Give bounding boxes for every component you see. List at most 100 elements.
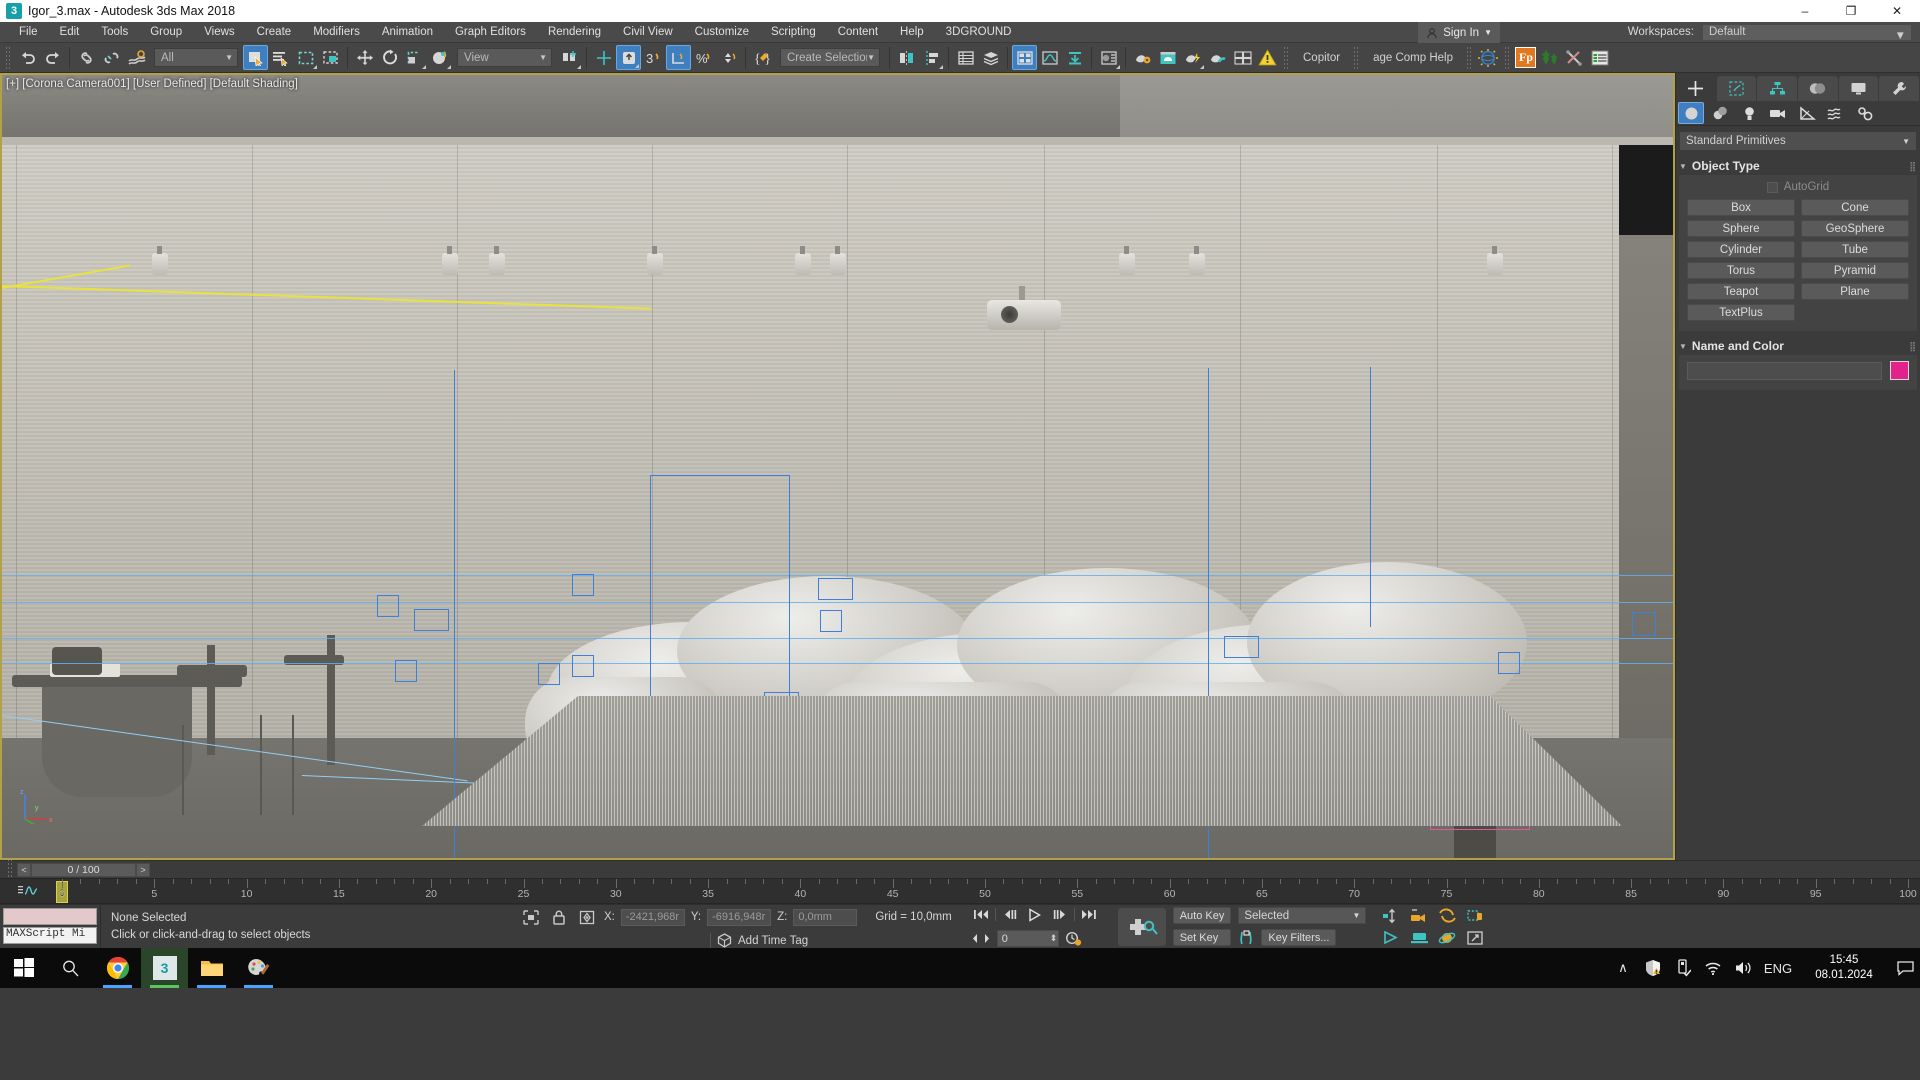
curve-editor-button[interactable] (1037, 45, 1062, 70)
usb-icon[interactable] (1668, 948, 1698, 988)
redo-button[interactable] (40, 45, 65, 70)
maxscript-output-field[interactable] (3, 908, 97, 925)
viewport-layout-button[interactable] (1230, 45, 1255, 70)
zoom-all-icon[interactable] (1408, 907, 1430, 925)
absolute-relative-mode-icon[interactable] (576, 909, 598, 927)
lights-button[interactable] (1736, 102, 1762, 124)
create-sphere-button[interactable]: Sphere (1687, 220, 1795, 237)
unlink-selection-icon[interactable] (99, 45, 124, 70)
menu-3dground[interactable]: 3DGROUND (935, 22, 1023, 43)
goto-end-icon[interactable] (1078, 906, 1100, 924)
layer-explorer-button[interactable] (978, 45, 1003, 70)
menu-rendering[interactable]: Rendering (537, 22, 612, 43)
maximize-viewport-icon[interactable] (1464, 929, 1486, 947)
3dsmax-button[interactable]: 3 (141, 948, 188, 988)
plugin-comp-help-label[interactable]: age Comp Help (1363, 52, 1463, 64)
create-plane-button[interactable]: Plane (1801, 283, 1909, 300)
clock[interactable]: 15:45 08.01.2024 (1798, 953, 1890, 983)
mini-curve-editor-icon[interactable] (18, 884, 40, 898)
selection-filter-select[interactable]: All ▼ (154, 48, 238, 67)
coord-z-input[interactable]: 0,0mm (793, 908, 858, 926)
menu-group[interactable]: Group (139, 22, 193, 43)
autogrid-row[interactable]: AutoGrid (1687, 181, 1909, 193)
next-frame-button[interactable]: > (136, 862, 150, 877)
search-button[interactable] (47, 948, 94, 988)
create-geosphere-button[interactable]: GeoSphere (1801, 220, 1909, 237)
name-and-color-rollout-header[interactable]: ▼ Name and Color ⣿ (1679, 337, 1917, 355)
hierarchy-tab[interactable] (1757, 76, 1798, 101)
select-and-move-button[interactable] (352, 45, 377, 70)
angle-snap-toggle-button[interactable]: 3 (641, 45, 666, 70)
time-configuration-icon[interactable] (1062, 930, 1084, 948)
previous-frame-icon[interactable] (999, 906, 1021, 924)
trees-icon[interactable] (1538, 45, 1563, 70)
toggle-ribbon-button[interactable] (1012, 45, 1037, 70)
menu-modifiers[interactable]: Modifiers (302, 22, 371, 43)
set-key-big-button[interactable] (1117, 907, 1166, 946)
align-button[interactable] (919, 45, 944, 70)
pan-view-icon[interactable] (1408, 929, 1430, 947)
drag-handle-icon[interactable]: ⣿ (1909, 161, 1917, 172)
viewport[interactable]: z x y [+] [Corona Camera001] [User Defin… (0, 73, 1675, 860)
cameras-button[interactable] (1765, 102, 1791, 124)
create-cylinder-button[interactable]: Cylinder (1687, 241, 1795, 258)
start-button[interactable] (0, 948, 47, 988)
list-icon[interactable] (1588, 45, 1613, 70)
motion-tab[interactable] (1798, 76, 1838, 101)
paint-button[interactable] (235, 948, 282, 988)
create-box-button[interactable]: Box (1687, 199, 1795, 216)
auto-key-button[interactable]: Auto Key (1172, 907, 1232, 924)
scene-explorer-button[interactable] (953, 45, 978, 70)
zoom-extents-icon[interactable] (1436, 907, 1458, 925)
menu-help[interactable]: Help (889, 22, 935, 43)
spinner-snap-toggle-button[interactable]: % (691, 45, 716, 70)
select-by-name-button[interactable] (268, 45, 293, 70)
maximize-button[interactable]: ❐ (1828, 0, 1874, 22)
zoom-icon[interactable] (1380, 907, 1402, 925)
menu-graph-editors[interactable]: Graph Editors (444, 22, 537, 43)
mirror-button[interactable] (894, 45, 919, 70)
zoom-region-icon[interactable] (1464, 907, 1486, 925)
add-time-tag-row[interactable]: Add Time Tag (710, 932, 952, 949)
environment-icon[interactable] (1476, 45, 1501, 70)
orbit-icon[interactable] (1436, 929, 1458, 947)
named-selection-sets-select[interactable]: Create Selection Se ▼ (780, 48, 880, 67)
menu-tools[interactable]: Tools (90, 22, 139, 43)
display-tab[interactable] (1838, 76, 1879, 101)
menu-customize[interactable]: Customize (684, 22, 760, 43)
create-torus-button[interactable]: Torus (1687, 262, 1795, 279)
spacewarps-button[interactable] (1823, 102, 1849, 124)
minimize-button[interactable]: – (1782, 0, 1828, 22)
shapes-button[interactable] (1707, 102, 1733, 124)
window-crossing-toggle-button[interactable] (318, 45, 343, 70)
create-teapot-button[interactable]: Teapot (1687, 283, 1795, 300)
show-hidden-icons-chevron[interactable]: ∧ (1608, 948, 1638, 988)
field-of-view-icon[interactable] (1380, 929, 1402, 947)
volume-icon[interactable] (1728, 948, 1758, 988)
frame-counter[interactable]: 0 / 100 (31, 862, 136, 877)
snaps-toggle-button[interactable] (616, 45, 641, 70)
create-cone-button[interactable]: Cone (1801, 199, 1909, 216)
create-tube-button[interactable]: Tube (1801, 241, 1909, 258)
rectangular-selection-region-button[interactable] (293, 45, 318, 70)
systems-button[interactable] (1852, 102, 1878, 124)
use-pivot-center-button[interactable] (557, 45, 582, 70)
previous-frame-button[interactable]: < (17, 862, 31, 877)
workspace-select[interactable]: Default ▼ (1702, 24, 1912, 42)
menu-scripting[interactable]: Scripting (760, 22, 827, 43)
next-frame-icon[interactable] (1049, 906, 1071, 924)
helpers-button[interactable] (1794, 102, 1820, 124)
select-object-button[interactable] (243, 45, 268, 70)
menu-file[interactable]: File (8, 22, 49, 43)
viewport-label[interactable]: [+] [Corona Camera001] [User Defined] [D… (6, 78, 298, 90)
set-key-toggle-icon[interactable] (1238, 930, 1255, 945)
object-category-select[interactable]: Standard Primitives ▼ (1679, 131, 1917, 151)
toolbar-grip[interactable] (5, 45, 12, 70)
goto-start-icon[interactable] (970, 906, 992, 924)
plugin-copitor-label[interactable]: Copitor (1293, 52, 1350, 64)
key-mode-toggle-icon[interactable] (970, 930, 992, 948)
toolbar-grip[interactable] (1283, 45, 1290, 70)
key-mode-select[interactable]: Selected ▼ (1238, 907, 1367, 924)
object-name-input[interactable] (1687, 361, 1882, 380)
menu-content[interactable]: Content (827, 22, 889, 43)
